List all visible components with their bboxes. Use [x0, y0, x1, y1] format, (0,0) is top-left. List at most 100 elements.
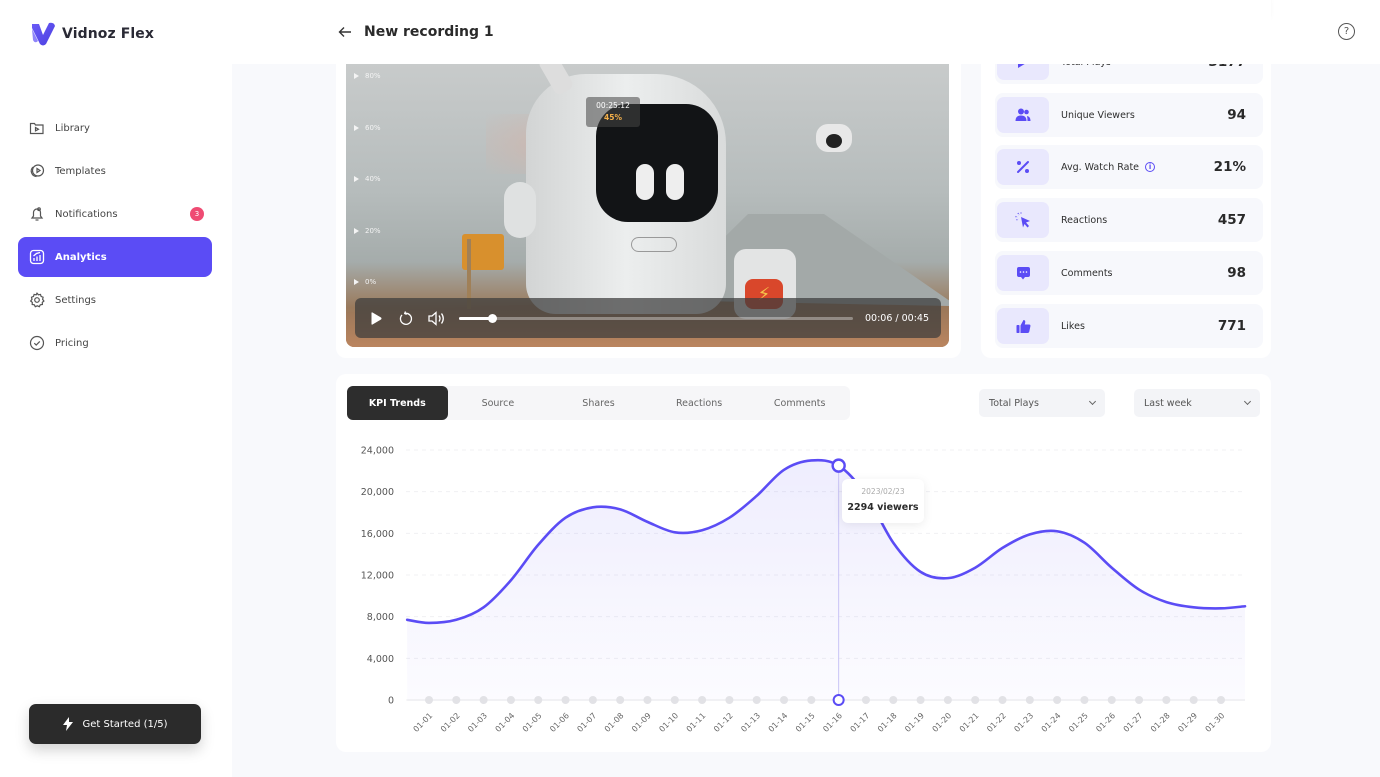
x-tick-label: 01-12	[712, 711, 735, 734]
robot-arm	[504, 182, 536, 238]
x-axis-marker	[971, 696, 980, 704]
x-tick-label: 01-07	[575, 711, 598, 734]
question-circle-icon: ?	[1343, 26, 1350, 37]
replay-button[interactable]	[397, 309, 415, 327]
logo[interactable]: Vidnoz Flex	[30, 20, 154, 48]
x-tick-label: 01-26	[1094, 711, 1117, 734]
x-axis-marker	[861, 696, 870, 704]
stat-value: 21%	[1213, 159, 1246, 175]
metric-select[interactable]: Total Plays	[979, 389, 1105, 417]
x-axis-marker	[1053, 696, 1062, 704]
analytics-chart-icon	[28, 248, 46, 266]
x-axis-marker	[752, 696, 761, 704]
retention-label-text: 0%	[365, 278, 377, 286]
x-axis-marker	[452, 696, 461, 704]
sidebar-item-library[interactable]: Library	[18, 108, 212, 148]
date-range-select[interactable]: Last week	[1134, 389, 1260, 417]
sidebar-item-label: Pricing	[55, 337, 89, 349]
volume-button[interactable]	[427, 309, 445, 327]
x-tick-label: 01-02	[439, 711, 462, 734]
sidebar-item-label: Templates	[55, 165, 106, 177]
play-marker-icon	[354, 125, 359, 131]
stat-value: 94	[1227, 107, 1246, 123]
play-icon	[371, 311, 382, 325]
video-scene-drone	[816, 124, 852, 152]
retention-tooltip-time: 00:25:12	[596, 101, 630, 110]
x-axis-marker	[1025, 696, 1034, 704]
sidebar-item-notifications[interactable]: Notifications 3	[18, 194, 212, 234]
x-axis-marker	[1107, 696, 1116, 704]
retention-label-text: 60%	[365, 124, 381, 132]
retention-label: 0%	[354, 278, 376, 286]
tab-source[interactable]: Source	[448, 386, 549, 420]
tab-comments[interactable]: Comments	[749, 386, 850, 420]
notification-badge: 3	[190, 207, 204, 221]
tab-kpi-trends[interactable]: KPI Trends	[347, 386, 448, 420]
x-axis-marker	[588, 696, 597, 704]
x-tick-label: 01-21	[958, 711, 981, 734]
sidebar-item-label: Analytics	[55, 251, 107, 263]
x-tick-label: 01-18	[876, 711, 899, 734]
x-axis-marker	[1162, 696, 1171, 704]
app-name: Vidnoz Flex	[62, 26, 155, 42]
sidebar-item-settings[interactable]: Settings	[18, 280, 212, 320]
play-marker-icon	[354, 279, 359, 285]
x-tick-label: 01-04	[494, 711, 517, 734]
x-tick-label: 01-28	[1149, 711, 1172, 734]
robot-ear	[537, 64, 575, 97]
x-tick-label: 01-11	[685, 711, 708, 734]
retention-label: 20%	[354, 227, 381, 235]
y-tick-label: 12,000	[361, 571, 394, 582]
sidebar-item-label: Notifications	[55, 208, 118, 220]
play-marker-icon	[354, 73, 359, 79]
play-marker-icon	[354, 228, 359, 234]
gear-icon	[28, 291, 46, 309]
robot-eye	[636, 164, 654, 200]
x-axis-marker-active	[832, 694, 845, 706]
x-axis-marker	[425, 696, 433, 704]
tab-shares[interactable]: Shares	[548, 386, 649, 420]
x-tick-label: 01-23	[1012, 711, 1035, 734]
templates-play-icon	[28, 162, 46, 180]
x-tick-label: 01-09	[630, 711, 653, 734]
info-icon[interactable]: i	[1145, 162, 1156, 172]
y-tick-label: 24,000	[361, 446, 394, 457]
x-tick-label: 01-17	[849, 711, 872, 734]
thumbs-up-icon	[997, 308, 1049, 344]
retention-tooltip: 00:25:12 45%	[586, 97, 640, 127]
lightning-icon	[63, 717, 74, 731]
retention-label-text: 40%	[365, 175, 381, 183]
tab-reactions[interactable]: Reactions	[649, 386, 750, 420]
x-tick-label: 01-29	[1176, 711, 1199, 734]
x-axis-marker	[643, 696, 652, 704]
stat-value: 457	[1217, 212, 1246, 228]
x-tick-label: 01-05	[521, 711, 544, 734]
sidebar-item-pricing[interactable]: Pricing	[18, 323, 212, 363]
video-progress-handle[interactable]	[487, 313, 497, 323]
stat-label: Avg. Watch Rate i	[1061, 162, 1156, 173]
help-button[interactable]: ?	[1338, 23, 1355, 40]
highlighted-data-point	[831, 458, 846, 473]
sidebar: Vidnoz Flex Library Templates Notificati…	[0, 0, 232, 777]
x-axis-marker	[561, 696, 570, 704]
video-player[interactable]: ⚡ 80% 60% 40% 20% 0% 00:25:12 45% 00:06 …	[346, 64, 949, 347]
x-tick-label: 01-16	[821, 711, 844, 734]
sidebar-item-templates[interactable]: Templates	[18, 151, 212, 191]
back-button[interactable]	[338, 24, 352, 43]
stat-likes: Likes 771	[995, 304, 1263, 348]
play-button[interactable]	[367, 309, 385, 327]
vidnoz-logo-icon	[32, 22, 55, 46]
retention-tooltip-percent: 45%	[604, 113, 622, 122]
stat-label: Reactions	[1061, 214, 1108, 226]
video-progress-bar[interactable]	[459, 313, 853, 323]
percent-icon	[997, 149, 1049, 185]
x-tick-label: 01-03	[466, 711, 489, 734]
x-axis-marker	[916, 696, 925, 704]
x-axis-marker	[698, 696, 707, 704]
x-axis-marker	[1216, 696, 1225, 704]
volume-icon	[427, 310, 444, 326]
sidebar-item-analytics[interactable]: Analytics	[18, 237, 212, 277]
stats-header-mask	[981, 0, 1271, 64]
get-started-button[interactable]: Get Started (1/5)	[29, 704, 201, 744]
retention-label: 60%	[354, 124, 381, 132]
